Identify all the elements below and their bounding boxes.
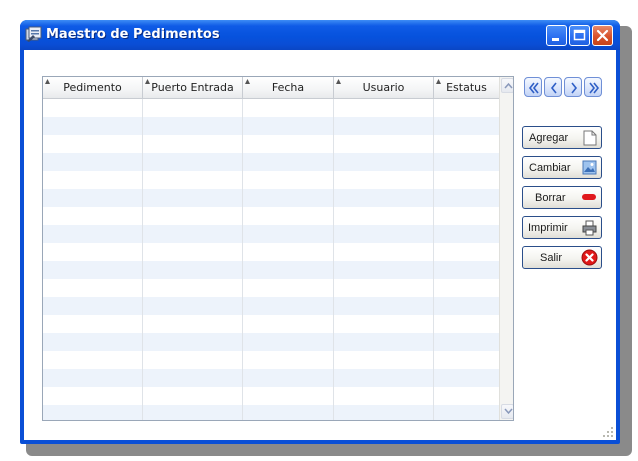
add-button[interactable]: Agregar <box>522 126 602 149</box>
close-icon <box>596 29 609 42</box>
table-row[interactable] <box>43 225 499 243</box>
red-x-icon <box>581 249 598 266</box>
pedimentos-grid[interactable]: Pedimento Puerto Entrada Fecha Usuario E… <box>42 76 514 421</box>
maximize-button[interactable] <box>569 25 590 46</box>
window-client-area: Pedimento Puerto Entrada Fecha Usuario E… <box>24 50 616 440</box>
grid-header: Pedimento Puerto Entrada Fecha Usuario E… <box>43 77 499 99</box>
column-label: Puerto Entrada <box>151 81 234 94</box>
table-row[interactable] <box>43 243 499 261</box>
scroll-up-button[interactable] <box>501 78 513 93</box>
red-dash-icon <box>582 194 596 200</box>
app-icon <box>25 26 43 43</box>
close-button[interactable] <box>592 25 613 46</box>
table-row[interactable] <box>43 297 499 315</box>
delete-button[interactable]: Borrar <box>522 186 602 209</box>
last-record-button[interactable] <box>584 77 602 97</box>
table-row[interactable] <box>43 99 499 117</box>
new-document-icon <box>583 130 597 146</box>
column-divider <box>142 99 143 420</box>
add-button-label: Agregar <box>529 132 569 144</box>
table-row[interactable] <box>43 315 499 333</box>
previous-record-button[interactable] <box>544 77 562 97</box>
sort-indicator-icon <box>45 79 50 84</box>
delete-button-label: Borrar <box>535 192 566 204</box>
chevron-down-icon <box>504 408 513 415</box>
column-header-fecha[interactable]: Fecha <box>243 77 334 99</box>
column-label: Fecha <box>271 81 305 94</box>
minimize-icon <box>552 38 559 41</box>
column-divider <box>333 99 334 420</box>
sort-indicator-icon <box>336 79 341 84</box>
first-record-icon <box>528 82 539 94</box>
exit-button-label: Salir <box>540 252 563 264</box>
column-header-pedimento[interactable]: Pedimento <box>43 77 143 99</box>
exit-button[interactable]: Salir <box>522 246 602 269</box>
next-record-button[interactable] <box>564 77 582 97</box>
table-row[interactable] <box>43 279 499 297</box>
column-label: Estatus <box>446 81 487 94</box>
sort-indicator-icon <box>145 79 150 84</box>
table-row[interactable] <box>43 405 499 420</box>
column-header-usuario[interactable]: Usuario <box>334 77 434 99</box>
previous-record-icon <box>550 82 557 94</box>
print-button-label: Imprimir <box>528 222 568 234</box>
title-bar[interactable]: Maestro de Pedimentos <box>20 20 620 50</box>
maximize-icon <box>573 29 586 41</box>
column-header-puerto-entrada[interactable]: Puerto Entrada <box>143 77 243 99</box>
minimize-button[interactable] <box>546 25 567 46</box>
change-button-label: Cambiar <box>529 162 571 174</box>
sort-indicator-icon <box>245 79 250 84</box>
change-button[interactable]: Cambiar <box>522 156 602 179</box>
table-row[interactable] <box>43 117 499 135</box>
printer-icon <box>582 220 597 236</box>
chevron-up-icon <box>504 82 513 89</box>
column-divider <box>242 99 243 420</box>
table-row[interactable] <box>43 153 499 171</box>
column-divider <box>433 99 434 420</box>
table-row[interactable] <box>43 261 499 279</box>
table-row[interactable] <box>43 171 499 189</box>
column-header-estatus[interactable]: Estatus <box>434 77 499 99</box>
edit-picture-icon <box>582 160 597 175</box>
next-record-icon <box>571 82 578 94</box>
column-label: Pedimento <box>63 81 122 94</box>
table-row[interactable] <box>43 189 499 207</box>
window-title: Maestro de Pedimentos <box>46 27 220 42</box>
maestro-pedimentos-window: Maestro de Pedimentos Pedimento Puerto E… <box>20 20 620 444</box>
print-button[interactable]: Imprimir <box>522 216 602 239</box>
grid-body[interactable] <box>43 99 499 420</box>
last-record-icon <box>589 82 600 94</box>
table-row[interactable] <box>43 387 499 405</box>
table-row[interactable] <box>43 351 499 369</box>
column-label: Usuario <box>362 81 405 94</box>
table-row[interactable] <box>43 333 499 351</box>
table-row[interactable] <box>43 369 499 387</box>
scroll-down-button[interactable] <box>501 404 513 419</box>
vertical-scrollbar[interactable] <box>499 77 513 420</box>
table-row[interactable] <box>43 207 499 225</box>
resize-grip-icon[interactable] <box>603 427 613 437</box>
table-row[interactable] <box>43 135 499 153</box>
first-record-button[interactable] <box>524 77 542 97</box>
sort-indicator-icon <box>436 79 441 84</box>
